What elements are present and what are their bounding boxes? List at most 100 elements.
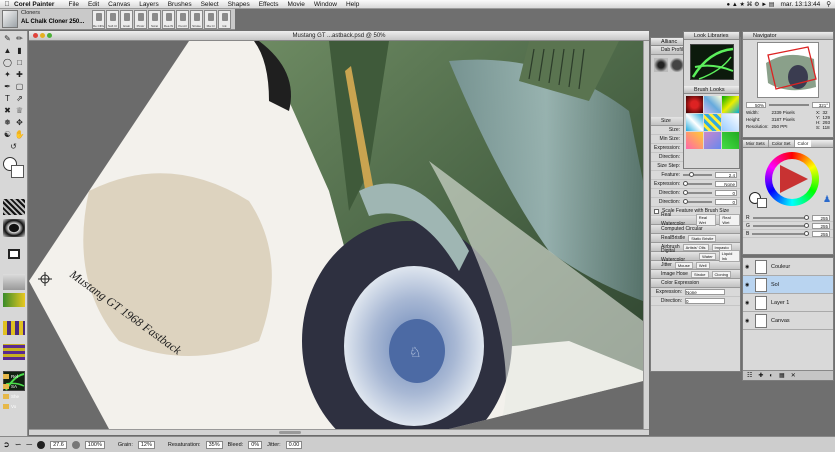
paper-selector[interactable] bbox=[3, 199, 25, 215]
recent-brush-7[interactable]: Stroke bbox=[190, 10, 203, 29]
apple-icon[interactable]:  bbox=[0, 1, 14, 8]
delete-layer-icon[interactable]: ✕ bbox=[791, 372, 796, 379]
control-slider[interactable] bbox=[683, 181, 712, 186]
jitter-field[interactable]: 0.00 bbox=[285, 440, 303, 449]
layer-options-icon[interactable]: ☷ bbox=[747, 372, 752, 379]
resaturation-field[interactable]: 35% bbox=[205, 440, 223, 449]
visibility-eye-icon[interactable]: ◉ bbox=[745, 264, 751, 270]
recent-brush-5[interactable]: Rea W bbox=[162, 10, 175, 29]
channel-slider[interactable] bbox=[752, 230, 809, 236]
navigator-preview[interactable] bbox=[757, 42, 819, 98]
eraser-icon[interactable]: ▮ bbox=[14, 45, 25, 56]
control-value[interactable]: 0 bbox=[715, 199, 737, 205]
menubar-clock[interactable]: mar. 13:13:44 bbox=[780, 1, 820, 8]
brush-category-label[interactable]: Cloners bbox=[21, 10, 40, 16]
current-look-preview[interactable] bbox=[690, 44, 734, 80]
status-icons[interactable]: ● ▲ ★ ⌘ ⚙ ► ▤ bbox=[727, 1, 775, 8]
canvas-viewport[interactable]: ♘ Mustang GT 1968 Fastback bbox=[29, 41, 643, 429]
gradient-swatch[interactable] bbox=[3, 293, 25, 307]
opacity-field[interactable]: 100% bbox=[84, 440, 105, 449]
recent-brush-9[interactable]: Ink bbox=[218, 10, 231, 29]
menu-shapes[interactable]: Shapes bbox=[228, 1, 250, 8]
visibility-eye-icon[interactable]: ◉ bbox=[745, 282, 751, 288]
control-value[interactable]: 2.4 bbox=[715, 172, 737, 178]
control-value[interactable]: None bbox=[685, 289, 725, 295]
navigator-angle-field[interactable]: 321° bbox=[812, 101, 830, 108]
scale-feature-checkbox[interactable] bbox=[654, 208, 659, 214]
section-chip[interactable]: Liquid Ink bbox=[718, 250, 740, 262]
section-chip[interactable]: Water bbox=[699, 252, 716, 260]
brush-tool-icon[interactable]: ✎ bbox=[2, 33, 13, 44]
menu-select[interactable]: Select bbox=[201, 1, 219, 8]
finder-item[interactable]: Ref bbox=[3, 371, 27, 381]
recent-brush-3[interactable]: Pinstr bbox=[134, 10, 147, 29]
recent-brush-0[interactable]: Re ClPe bbox=[92, 10, 105, 29]
brush-look-swatch[interactable] bbox=[686, 96, 703, 113]
navigator-zoom-slider[interactable] bbox=[769, 103, 809, 106]
weave-swatch[interactable] bbox=[3, 344, 25, 360]
finder-item[interactable]: SA bbox=[3, 381, 27, 391]
rotate-page-icon[interactable]: ↺ bbox=[8, 141, 19, 152]
section-chip[interactable]: Stroke bbox=[690, 270, 709, 278]
look-libraries-header[interactable]: Look Libraries bbox=[684, 32, 739, 40]
brush-look-swatch[interactable] bbox=[722, 114, 739, 131]
saturation-triangle[interactable] bbox=[774, 161, 810, 197]
opacity-icon[interactable] bbox=[71, 440, 80, 449]
menu-file[interactable]: File bbox=[68, 1, 78, 8]
brush-size-icon[interactable] bbox=[37, 440, 46, 449]
channel-value[interactable]: 255 bbox=[812, 222, 830, 229]
freehand-icon[interactable]: ∽ bbox=[15, 440, 22, 449]
new-layer-icon[interactable]: ✚ bbox=[758, 372, 763, 379]
brush-look-swatch[interactable] bbox=[704, 132, 721, 149]
section-chip[interactable]: Static Bristle bbox=[688, 234, 717, 242]
tab-mixer-sets[interactable]: Mixr Sets bbox=[743, 140, 769, 147]
additional-color-swatch[interactable] bbox=[11, 165, 24, 178]
channel-slider[interactable] bbox=[752, 214, 809, 220]
menu-edit[interactable]: Edit bbox=[88, 1, 99, 8]
text-tool-icon[interactable]: T bbox=[2, 93, 13, 104]
layer-row[interactable]: ◉ Couleur bbox=[743, 258, 833, 276]
section-chip[interactable]: Real Wet bbox=[719, 214, 740, 226]
color-info-icon[interactable]: ♟ bbox=[823, 194, 831, 204]
clone-icon[interactable]: ✖ bbox=[2, 105, 13, 116]
visibility-eye-icon[interactable]: ◉ bbox=[745, 318, 751, 324]
navigator-zoom-field[interactable]: 50% bbox=[746, 101, 766, 108]
brush-look-swatch[interactable] bbox=[704, 114, 721, 131]
app-name-menu[interactable]: Corel Painter bbox=[14, 1, 54, 8]
pen-icon[interactable]: ✒ bbox=[2, 81, 13, 92]
pattern-selector[interactable] bbox=[3, 219, 25, 237]
layer-row[interactable]: ◉ Canvas bbox=[743, 312, 833, 330]
straight-line-icon[interactable]: ─ bbox=[26, 440, 32, 449]
menu-brushes[interactable]: Brushes bbox=[168, 1, 192, 8]
channel-value[interactable]: 255 bbox=[812, 230, 830, 237]
slider-knob[interactable] bbox=[683, 190, 688, 195]
dab-profile-swatch[interactable] bbox=[654, 58, 668, 72]
tab-color-set[interactable]: Color Set bbox=[769, 140, 795, 147]
tab-color[interactable]: Color bbox=[794, 140, 812, 147]
menu-effects[interactable]: Effects bbox=[259, 1, 279, 8]
brush-looks-header[interactable]: Brush Looks bbox=[684, 86, 739, 94]
rectangle-shape-icon[interactable]: ▢ bbox=[14, 81, 25, 92]
mirror-icon[interactable]: ☯ bbox=[2, 129, 13, 140]
close-window-icon[interactable] bbox=[33, 33, 38, 38]
menu-help[interactable]: Help bbox=[346, 1, 359, 8]
additional-color-chip[interactable] bbox=[757, 198, 767, 208]
channel-slider[interactable] bbox=[752, 222, 809, 228]
vertical-scrollbar[interactable] bbox=[643, 41, 649, 429]
stroke-type-icon[interactable]: ➲ bbox=[3, 440, 10, 449]
menu-canvas[interactable]: Canvas bbox=[108, 1, 130, 8]
control-value[interactable]: None bbox=[715, 181, 737, 187]
brush-look-swatch[interactable] bbox=[686, 132, 703, 149]
select-rect-icon[interactable]: □ bbox=[14, 57, 25, 68]
dropper-tool-icon[interactable]: ✏ bbox=[14, 33, 25, 44]
brush-look-swatch[interactable] bbox=[686, 114, 703, 131]
minimize-window-icon[interactable] bbox=[40, 33, 45, 38]
slider-knob[interactable] bbox=[804, 222, 809, 228]
brush-size-field[interactable]: 27.6 bbox=[50, 440, 67, 449]
finder-item[interactable]: She bbox=[3, 391, 27, 401]
gradient-selector[interactable] bbox=[3, 274, 25, 290]
brush-look-swatch[interactable] bbox=[722, 132, 739, 149]
recent-brush-2[interactable]: Grain bbox=[120, 10, 133, 29]
zoom-window-icon[interactable] bbox=[47, 33, 52, 38]
layer-mask-icon[interactable]: ◐ bbox=[769, 373, 773, 379]
